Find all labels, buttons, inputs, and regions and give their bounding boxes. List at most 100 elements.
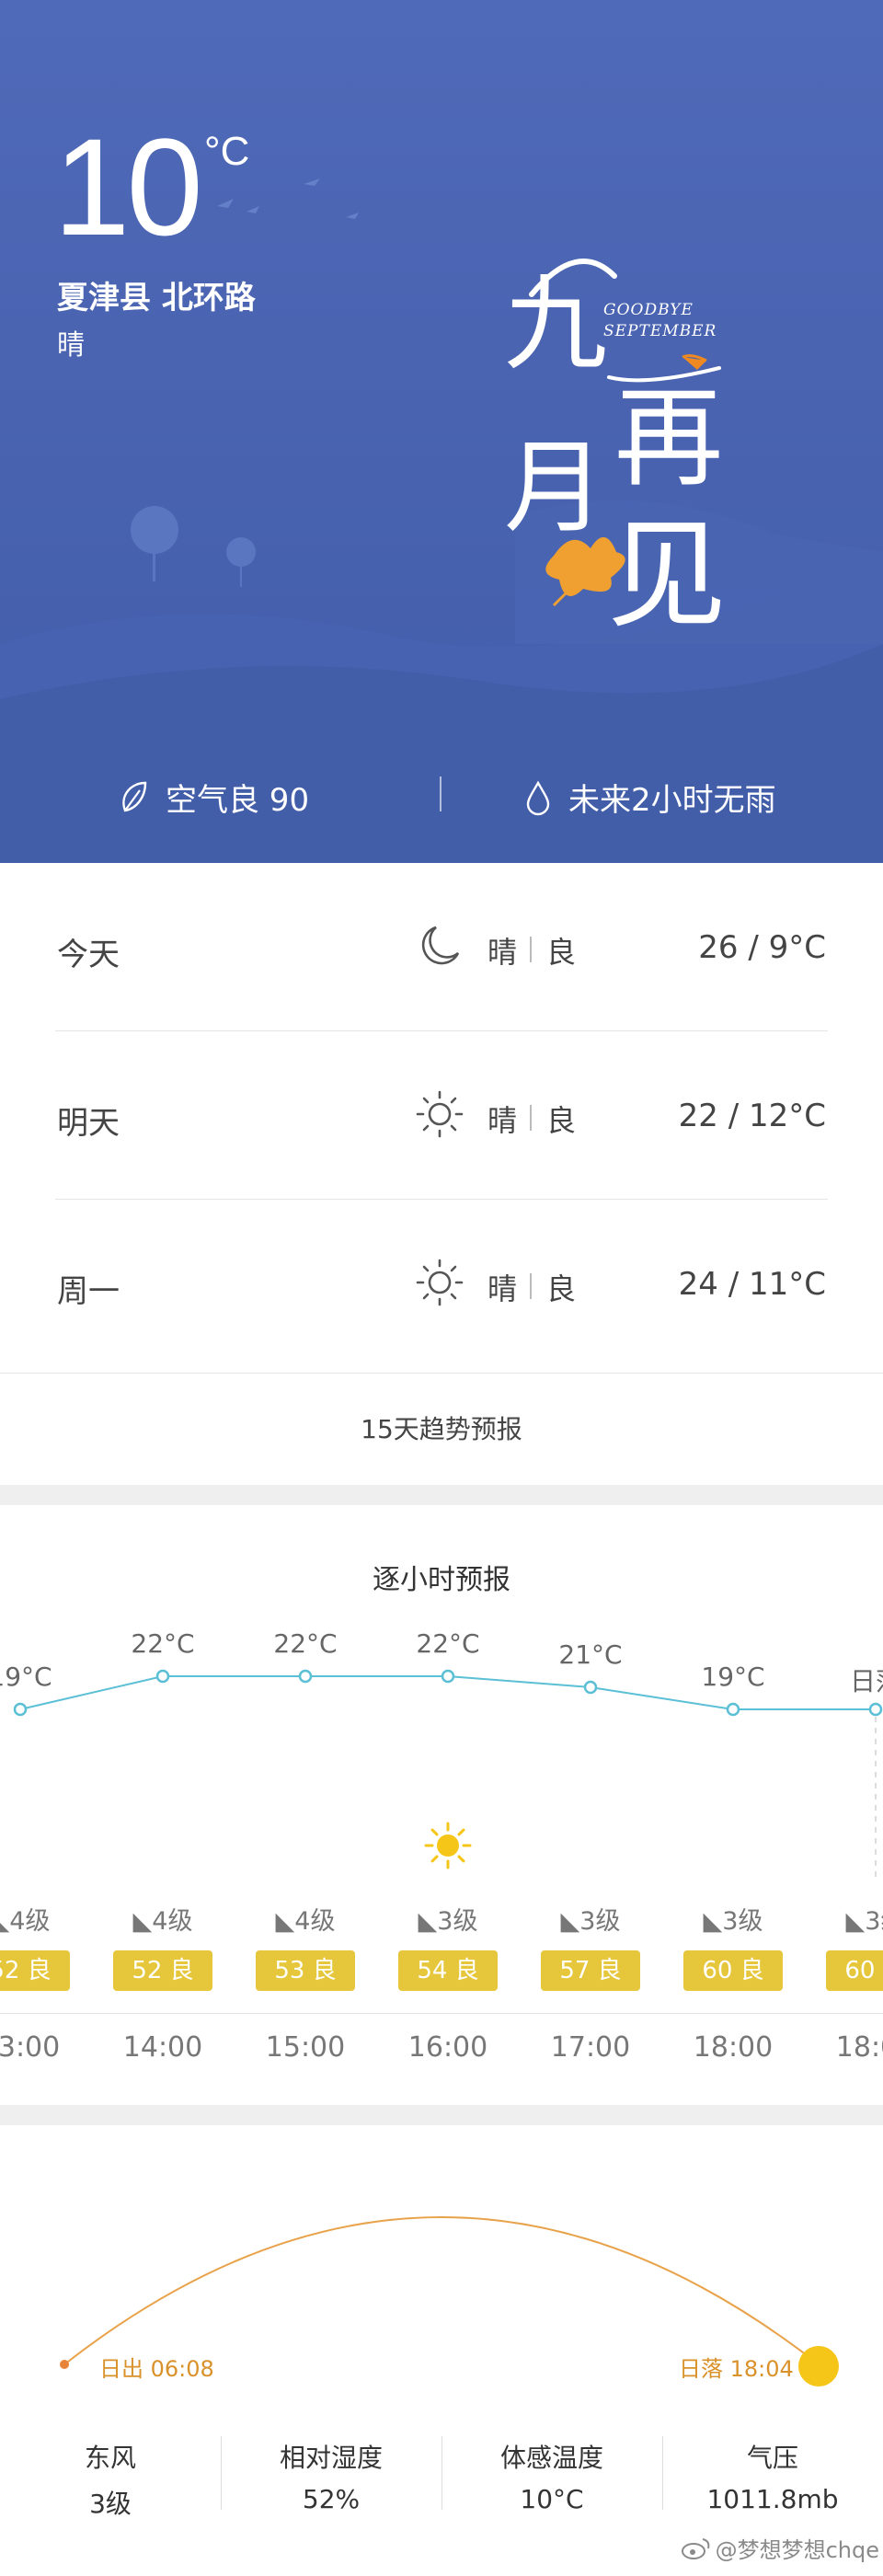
- sun-arc: [63, 2216, 820, 2365]
- weather-details: 东风 3级 相对湿度 52% 体感温度 10°C 气压 1011.8mb: [0, 2429, 883, 2521]
- hourly-aqi-badge: 60 良: [826, 1950, 883, 1991]
- air-quality-text: 空气良 90: [166, 782, 310, 819]
- hourly-wind-label: ◣3级: [560, 1907, 621, 1936]
- hourly-time-label: 14:00: [122, 2031, 203, 2064]
- detail-value: 3级: [89, 2489, 132, 2519]
- daily-row-tomorrow[interactable]: 明天 晴 良 22 / 12°C: [55, 1031, 828, 1200]
- detail-value: 52%: [302, 2484, 361, 2514]
- hourly-time-label: 16:00: [407, 2031, 488, 2064]
- current-condition: 晴: [57, 329, 85, 362]
- temperature-point[interactable]: [155, 1669, 170, 1684]
- banner-char-yue: 月: [504, 429, 605, 546]
- sunset-label: 日落 18:04: [679, 2356, 794, 2382]
- banner-line-september: SEPTEMBER: [603, 322, 717, 340]
- day-condition: 晴: [487, 1103, 518, 1138]
- divider: [440, 776, 442, 811]
- detail-feels-like: 体感温度 10°C: [442, 2429, 662, 2514]
- hourly-temp-label: 日落: [849, 1666, 883, 1696]
- fifteen-day-trend-link[interactable]: 15天趋势预报: [0, 1373, 883, 1486]
- temperature-point[interactable]: [13, 1702, 28, 1717]
- sun-icon: [798, 2346, 839, 2386]
- hourly-aqi-badge: 52 良: [113, 1950, 212, 1991]
- hourly-temp-label: 19°C: [0, 1662, 52, 1692]
- hourly-aqi-badge: 53 良: [256, 1950, 355, 1991]
- current-temperature: 10: [53, 109, 203, 264]
- hourly-temp-label: 19°C: [701, 1662, 765, 1692]
- detail-humidity: 相对湿度 52%: [221, 2429, 442, 2514]
- hourly-aqi-badge: 52 良: [0, 1950, 70, 1991]
- hourly-wind-label: ◣4级: [0, 1907, 51, 1936]
- leaf-icon: [122, 781, 147, 811]
- detail-pressure: 气压 1011.8mb: [662, 2429, 883, 2514]
- day-aqi: 良: [546, 1271, 577, 1306]
- detail-label: 相对湿度: [279, 2443, 383, 2473]
- hourly-time-label: 18:00: [693, 2031, 774, 2064]
- hourly-time-label: 13:00: [0, 2031, 61, 2064]
- rain-forecast-text: 未来2小时无雨: [568, 782, 776, 819]
- section-gap: [0, 2105, 883, 2125]
- rain-forecast-item[interactable]: 未来2小时无雨: [524, 775, 776, 820]
- divider: [530, 1105, 532, 1131]
- sunrise-label: 日出 06:08: [99, 2356, 214, 2382]
- hourly-temp-label: 22°C: [131, 1628, 195, 1659]
- temperature-point[interactable]: [298, 1669, 313, 1684]
- moon-icon: [421, 926, 460, 965]
- hourly-temperature-chart[interactable]: [0, 1509, 883, 1914]
- temperature-unit: °C: [204, 129, 250, 174]
- sun-icon: [416, 1090, 464, 1138]
- sun-icon: [416, 1259, 464, 1306]
- day-temp-range: 22 / 12°C: [678, 1098, 826, 1134]
- daily-row-today[interactable]: 今天 晴 良 26 / 9°C: [55, 863, 828, 1031]
- hourly-time-label: 18:04: [835, 2031, 883, 2064]
- day-aqi: 良: [546, 935, 577, 970]
- temperature-point[interactable]: [868, 1702, 883, 1717]
- hourly-wind-label: ◣3级: [418, 1907, 478, 1936]
- location-label[interactable]: 夏津县 北环路: [57, 272, 256, 317]
- day-temp-range: 26 / 9°C: [698, 929, 826, 966]
- hourly-time-label: 17:00: [550, 2031, 631, 2064]
- banner-english-text: GOODBYE SEPTEMBER: [603, 300, 717, 342]
- air-quality-item[interactable]: 空气良 90: [118, 775, 309, 820]
- detail-label: 体感温度: [499, 2443, 603, 2473]
- banner-char-jiu: 九: [504, 265, 607, 385]
- hourly-time-label: 15:00: [265, 2031, 346, 2064]
- watermark-text: @梦想梦想chqe: [715, 2537, 879, 2563]
- hourly-wind-label: ◣3级: [845, 1907, 883, 1936]
- banner-char-jian: 见: [607, 505, 728, 645]
- temperature-point[interactable]: [726, 1702, 740, 1717]
- day-name: 周一: [57, 1273, 120, 1310]
- day-condition: 晴: [487, 1271, 518, 1306]
- day-name: 今天: [57, 937, 120, 973]
- day-temp-range: 24 / 11°C: [678, 1266, 826, 1303]
- temperature-point[interactable]: [441, 1669, 455, 1684]
- hourly-temp-label: 22°C: [273, 1628, 338, 1659]
- temperature-point[interactable]: [583, 1680, 598, 1695]
- sun-icon: [424, 1822, 472, 1869]
- hourly-temp-label: 22°C: [416, 1628, 480, 1659]
- watermark: @梦想梦想chqe: [681, 2532, 879, 2564]
- hourly-aqi-badge: 60 良: [683, 1950, 783, 1991]
- detail-wind: 东风 3级: [0, 2429, 221, 2521]
- day-aqi: 良: [546, 1103, 577, 1138]
- section-gap: [0, 1485, 883, 1505]
- hourly-wind-label: ◣4级: [132, 1907, 193, 1936]
- weibo-icon: [681, 2537, 709, 2559]
- raindrop-icon: [526, 780, 550, 815]
- day-name: 明天: [57, 1105, 120, 1142]
- sunrise-marker: [60, 2360, 69, 2369]
- detail-value: 1011.8mb: [706, 2484, 839, 2514]
- detail-value: 10°C: [520, 2484, 584, 2514]
- divider: [530, 937, 532, 962]
- hourly-aqi-badge: 57 良: [541, 1950, 640, 1991]
- daily-row-monday[interactable]: 周一 晴 良 24 / 11°C: [55, 1200, 828, 1367]
- hourly-wind-label: ◣3级: [703, 1907, 763, 1936]
- hourly-temp-label: 21°C: [558, 1639, 623, 1670]
- detail-label: 东风: [84, 2443, 136, 2473]
- detail-label: 气压: [746, 2443, 798, 2473]
- hourly-wind-label: ◣4级: [275, 1907, 336, 1936]
- divider: [530, 1273, 532, 1299]
- weather-hero: 10 °C 夏津县 北环路 晴 GOODBYE SEPTEMBER 九 月 再 …: [0, 0, 883, 863]
- hourly-aqi-badge: 54 良: [398, 1950, 498, 1991]
- air-quality-bar: 空气良 90 未来2小时无雨: [0, 767, 883, 822]
- day-condition: 晴: [487, 935, 518, 970]
